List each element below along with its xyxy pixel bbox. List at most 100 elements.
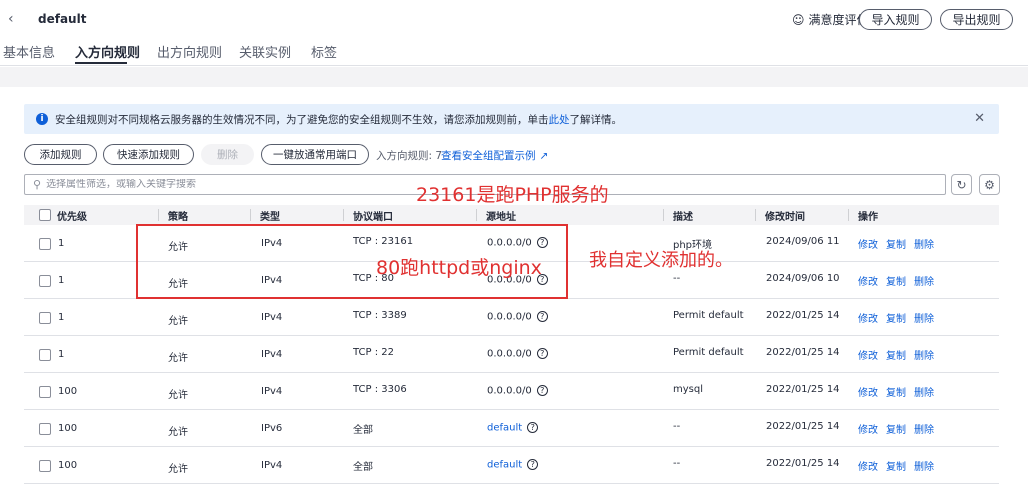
cell-policy: 允许	[168, 427, 188, 438]
cell-description: Permit default ...	[673, 310, 745, 321]
cell-actions: 修改 复制 删除	[858, 458, 942, 473]
row-checkbox[interactable]	[39, 460, 51, 472]
delete-link[interactable]: 删除	[914, 462, 934, 473]
copy-link[interactable]: 复制	[886, 240, 906, 251]
satisfaction-button[interactable]: ☺ 满意度评价	[792, 11, 869, 28]
column-divider	[755, 209, 756, 221]
open-common-ports-button[interactable]: 一键放通常用端口	[261, 144, 369, 165]
modify-link[interactable]: 修改	[858, 240, 878, 251]
help-icon[interactable]: ?	[527, 459, 539, 470]
modify-link[interactable]: 修改	[858, 277, 878, 288]
content-background	[0, 67, 1028, 87]
delete-link[interactable]: 删除	[914, 351, 934, 362]
header-port: 协议端口	[353, 212, 393, 223]
tab-associated-instances[interactable]: 关联实例	[239, 42, 291, 61]
cell-description: --	[673, 458, 681, 469]
select-all-checkbox[interactable]	[39, 209, 51, 221]
modify-link[interactable]: 修改	[858, 314, 878, 325]
copy-link[interactable]: 复制	[886, 462, 906, 473]
tab-outbound-rules[interactable]: 出方向规则	[157, 42, 222, 61]
notice-text: 安全组规则对不同规格云服务器的生效情况不同，为了避免您的安全组规则不生效，请您添…	[55, 113, 549, 126]
config-example-link[interactable]: 查看安全组配置示例 ↗	[441, 148, 548, 163]
copy-link[interactable]: 复制	[886, 314, 906, 325]
cell-port: TCP : 22	[353, 347, 394, 358]
cell-source: 0.0.0.0/0?	[487, 348, 548, 360]
add-rule-button[interactable]: 添加规则	[24, 144, 97, 165]
delete-link[interactable]: 删除	[914, 388, 934, 399]
header-policy: 策略	[168, 212, 188, 223]
help-icon[interactable]: ?	[536, 385, 548, 396]
row-checkbox[interactable]	[39, 312, 51, 324]
delete-link[interactable]: 删除	[914, 240, 934, 251]
cell-actions: 修改 复制 删除	[858, 347, 942, 362]
cell-modified-time: 2022/01/25 14:...	[766, 310, 840, 321]
import-rules-button[interactable]: 导入规则	[859, 9, 932, 30]
cell-modified-time: 2022/01/25 14:...	[766, 458, 840, 469]
top-bar: ‹ default ☺ 满意度评价 导入规则 导出规则	[0, 0, 1028, 38]
help-icon[interactable]: ?	[527, 422, 539, 433]
external-link-icon: ↗	[539, 149, 549, 162]
cell-actions: 修改 复制 删除	[858, 273, 942, 288]
header-source: 源地址	[486, 212, 516, 223]
chevron-left-icon[interactable]: ‹	[8, 11, 14, 27]
delete-link[interactable]: 删除	[914, 277, 934, 288]
tab-tags[interactable]: 标签	[311, 42, 337, 61]
cell-type: IPv6	[261, 423, 283, 434]
row-checkbox[interactable]	[39, 238, 51, 250]
modify-link[interactable]: 修改	[858, 462, 878, 473]
cell-modified-time: 2024/09/06 10:...	[766, 273, 840, 284]
row-checkbox[interactable]	[39, 349, 51, 361]
notice-banner: i 安全组规则对不同规格云服务器的生效情况不同，为了避免您的安全组规则不生效，请…	[24, 104, 999, 134]
refresh-icon[interactable]: ↻	[951, 174, 972, 195]
modify-link[interactable]: 修改	[858, 425, 878, 436]
cell-policy: 允许	[168, 464, 188, 475]
table-row: 100 允许 IPv4 TCP : 3306 0.0.0.0/0? mysql 2022/0…	[24, 373, 999, 410]
cell-priority: 1	[58, 238, 65, 249]
search-icon: ⚲	[33, 178, 42, 191]
notice-text-end: 了解详情。	[569, 113, 623, 126]
tab-basic-info[interactable]: 基本信息	[3, 42, 55, 61]
cell-policy: 允许	[168, 353, 188, 364]
cell-type: IPv4	[261, 349, 283, 360]
cell-description: --	[673, 421, 681, 432]
delete-link[interactable]: 删除	[914, 425, 934, 436]
rule-count: 入方向规则: 7	[376, 150, 443, 162]
quick-add-rule-button[interactable]: 快速添加规则	[103, 144, 194, 165]
table-row: 1 允许 IPv4 TCP : 3389 0.0.0.0/0? Permit defaul…	[24, 299, 999, 336]
cell-port: TCP : 3389	[353, 310, 407, 321]
cell-priority: 100	[58, 386, 78, 397]
cell-source: default?	[487, 422, 539, 434]
header-modified-time: 修改时间	[765, 212, 805, 223]
column-divider	[476, 209, 477, 221]
cell-port: TCP : 3306	[353, 384, 407, 395]
config-example-label: 查看安全组配置示例	[441, 150, 536, 162]
source-value[interactable]: default	[487, 460, 522, 471]
cell-actions: 修改 复制 删除	[858, 310, 942, 325]
copy-link[interactable]: 复制	[886, 388, 906, 399]
help-icon[interactable]: ?	[536, 311, 548, 322]
column-divider	[250, 209, 251, 221]
copy-link[interactable]: 复制	[886, 351, 906, 362]
cell-description: --	[673, 273, 681, 284]
delete-button[interactable]: 删除	[201, 144, 254, 165]
notice-link[interactable]: 此处	[549, 112, 570, 127]
tab-inbound-rules[interactable]: 入方向规则	[75, 42, 140, 61]
cell-modified-time: 2022/01/25 14:...	[766, 384, 840, 395]
row-checkbox[interactable]	[39, 423, 51, 435]
row-checkbox[interactable]	[39, 386, 51, 398]
source-value[interactable]: default	[487, 423, 522, 434]
copy-link[interactable]: 复制	[886, 277, 906, 288]
table-row: 1 允许 IPv4 TCP : 22 0.0.0.0/0? Permit default …	[24, 336, 999, 373]
delete-link[interactable]: 删除	[914, 314, 934, 325]
row-checkbox[interactable]	[39, 275, 51, 287]
cell-policy: 允许	[168, 316, 188, 327]
modify-link[interactable]: 修改	[858, 388, 878, 399]
export-rules-button[interactable]: 导出规则	[940, 9, 1013, 30]
close-icon[interactable]: ✕	[974, 111, 985, 126]
cell-description: Permit default L...	[673, 347, 745, 358]
modify-link[interactable]: 修改	[858, 351, 878, 362]
gear-icon[interactable]: ⚙	[979, 174, 1000, 195]
header-description: 描述	[673, 212, 693, 223]
copy-link[interactable]: 复制	[886, 425, 906, 436]
help-icon[interactable]: ?	[536, 348, 548, 359]
